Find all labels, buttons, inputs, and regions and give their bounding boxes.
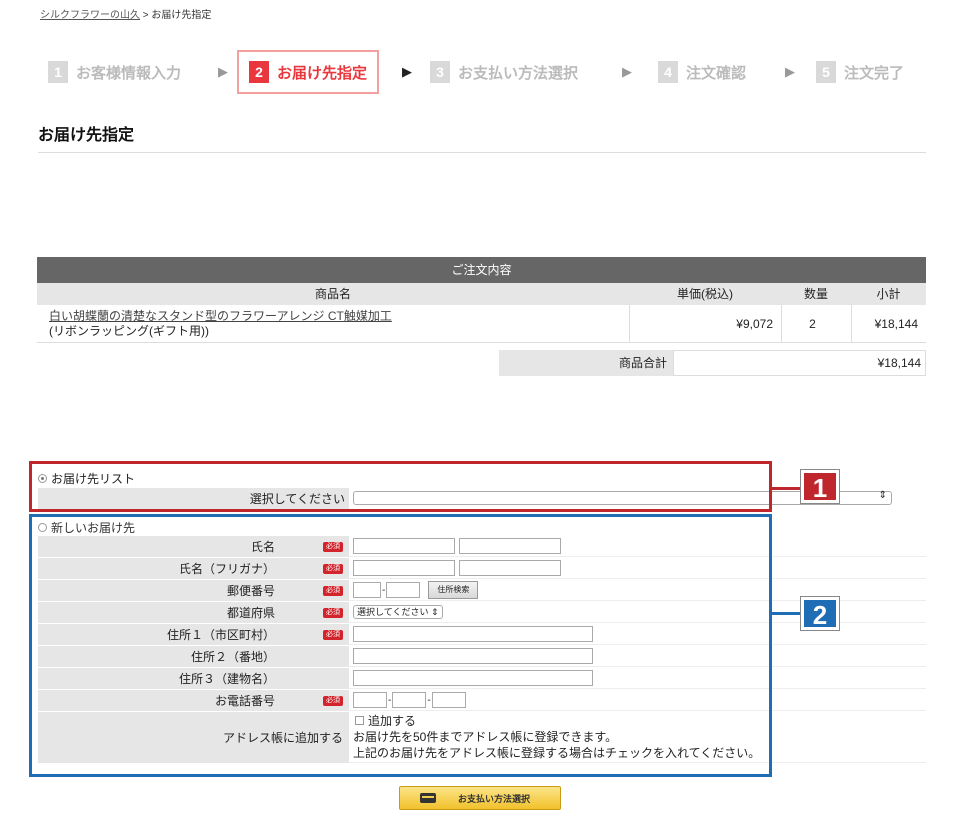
annotation-badge-1: 1 bbox=[801, 470, 839, 503]
breadcrumb: シルクフラワーの山久 > お届け先指定 bbox=[40, 6, 211, 21]
order-total-value: ¥18,144 bbox=[673, 350, 926, 376]
checkout-steps: 1 お客様情報入力 ▶ 2 お届け先指定 ▶ 3 お支払い方法選択 ▶ 4 注文… bbox=[46, 50, 926, 94]
step-arrow-icon: ▶ bbox=[402, 64, 412, 79]
step-label: 注文完了 bbox=[844, 64, 905, 82]
card-icon bbox=[420, 793, 436, 803]
annotation-badge-2: 2 bbox=[801, 597, 839, 630]
payment-method-button-label: お支払い方法選択 bbox=[458, 793, 531, 804]
annotation-box-1 bbox=[29, 461, 772, 512]
breadcrumb-shop-link[interactable]: シルクフラワーの山久 bbox=[40, 10, 140, 21]
column-unit-price: 単価(税込) bbox=[677, 287, 733, 301]
step-label: 注文確認 bbox=[686, 64, 747, 82]
product-option: (リボンラッピング(ギフト用)) bbox=[49, 324, 209, 338]
step-number: 3 bbox=[430, 61, 450, 83]
order-summary-table: ご注文内容 商品名 単価(税込) 数量 小計 白い胡蝶蘭の清楚なスタンド型のフラ… bbox=[37, 257, 926, 343]
step-arrow-icon: ▶ bbox=[785, 64, 795, 79]
step-customer-info: 1 お客様情報入力 bbox=[48, 50, 181, 94]
order-item-subtotal: ¥18,144 bbox=[851, 305, 926, 342]
payment-method-button[interactable]: お支払い方法選択 bbox=[399, 786, 561, 810]
step-order-complete: 5 注文完了 bbox=[816, 50, 904, 94]
step-label: お客様情報入力 bbox=[76, 64, 182, 82]
annotation-box-2 bbox=[29, 514, 772, 777]
order-summary-heading: ご注文内容 bbox=[37, 257, 926, 283]
column-quantity: 数量 bbox=[803, 287, 828, 301]
step-number: 4 bbox=[658, 61, 678, 83]
annotation-connector-2 bbox=[772, 612, 802, 615]
step-number: 1 bbox=[48, 61, 68, 83]
order-total-row: 商品合計 ¥18,144 bbox=[499, 350, 926, 376]
order-column-headers: 商品名 単価(税込) 数量 小計 bbox=[37, 283, 926, 305]
title-divider bbox=[38, 152, 926, 153]
breadcrumb-current: お届け先指定 bbox=[151, 10, 212, 21]
table-row: 白い胡蝶蘭の清楚なスタンド型のフラワーアレンジ CT触媒加工 (リボンラッピング… bbox=[37, 305, 926, 343]
column-subtotal: 小計 bbox=[876, 287, 901, 301]
step-order-confirm: 4 注文確認 bbox=[658, 50, 746, 94]
order-total-label: 商品合計 bbox=[499, 350, 673, 376]
order-item-price: ¥9,072 bbox=[629, 305, 781, 342]
page-title: お届け先指定 bbox=[38, 127, 135, 144]
order-item-name-cell: 白い胡蝶蘭の清楚なスタンド型のフラワーアレンジ CT触媒加工 (リボンラッピング… bbox=[37, 305, 629, 342]
annotation-connector-1 bbox=[772, 487, 802, 490]
column-product-name: 商品名 bbox=[314, 287, 351, 301]
step-delivery-address: 2 お届け先指定 bbox=[237, 50, 380, 94]
step-payment-method: 3 お支払い方法選択 bbox=[430, 50, 578, 94]
step-arrow-icon: ▶ bbox=[622, 64, 632, 79]
product-link[interactable]: 白い胡蝶蘭の清楚なスタンド型のフラワーアレンジ CT触媒加工 bbox=[49, 309, 392, 323]
breadcrumb-separator: > bbox=[140, 10, 152, 21]
select-arrows-icon: ⇕ bbox=[878, 490, 887, 501]
step-number: 2 bbox=[249, 61, 269, 83]
step-number: 5 bbox=[816, 61, 836, 83]
step-label: お届け先指定 bbox=[277, 64, 368, 82]
step-label: お支払い方法選択 bbox=[458, 64, 579, 82]
order-item-quantity: 2 bbox=[781, 305, 851, 342]
step-arrow-icon: ▶ bbox=[218, 64, 228, 79]
